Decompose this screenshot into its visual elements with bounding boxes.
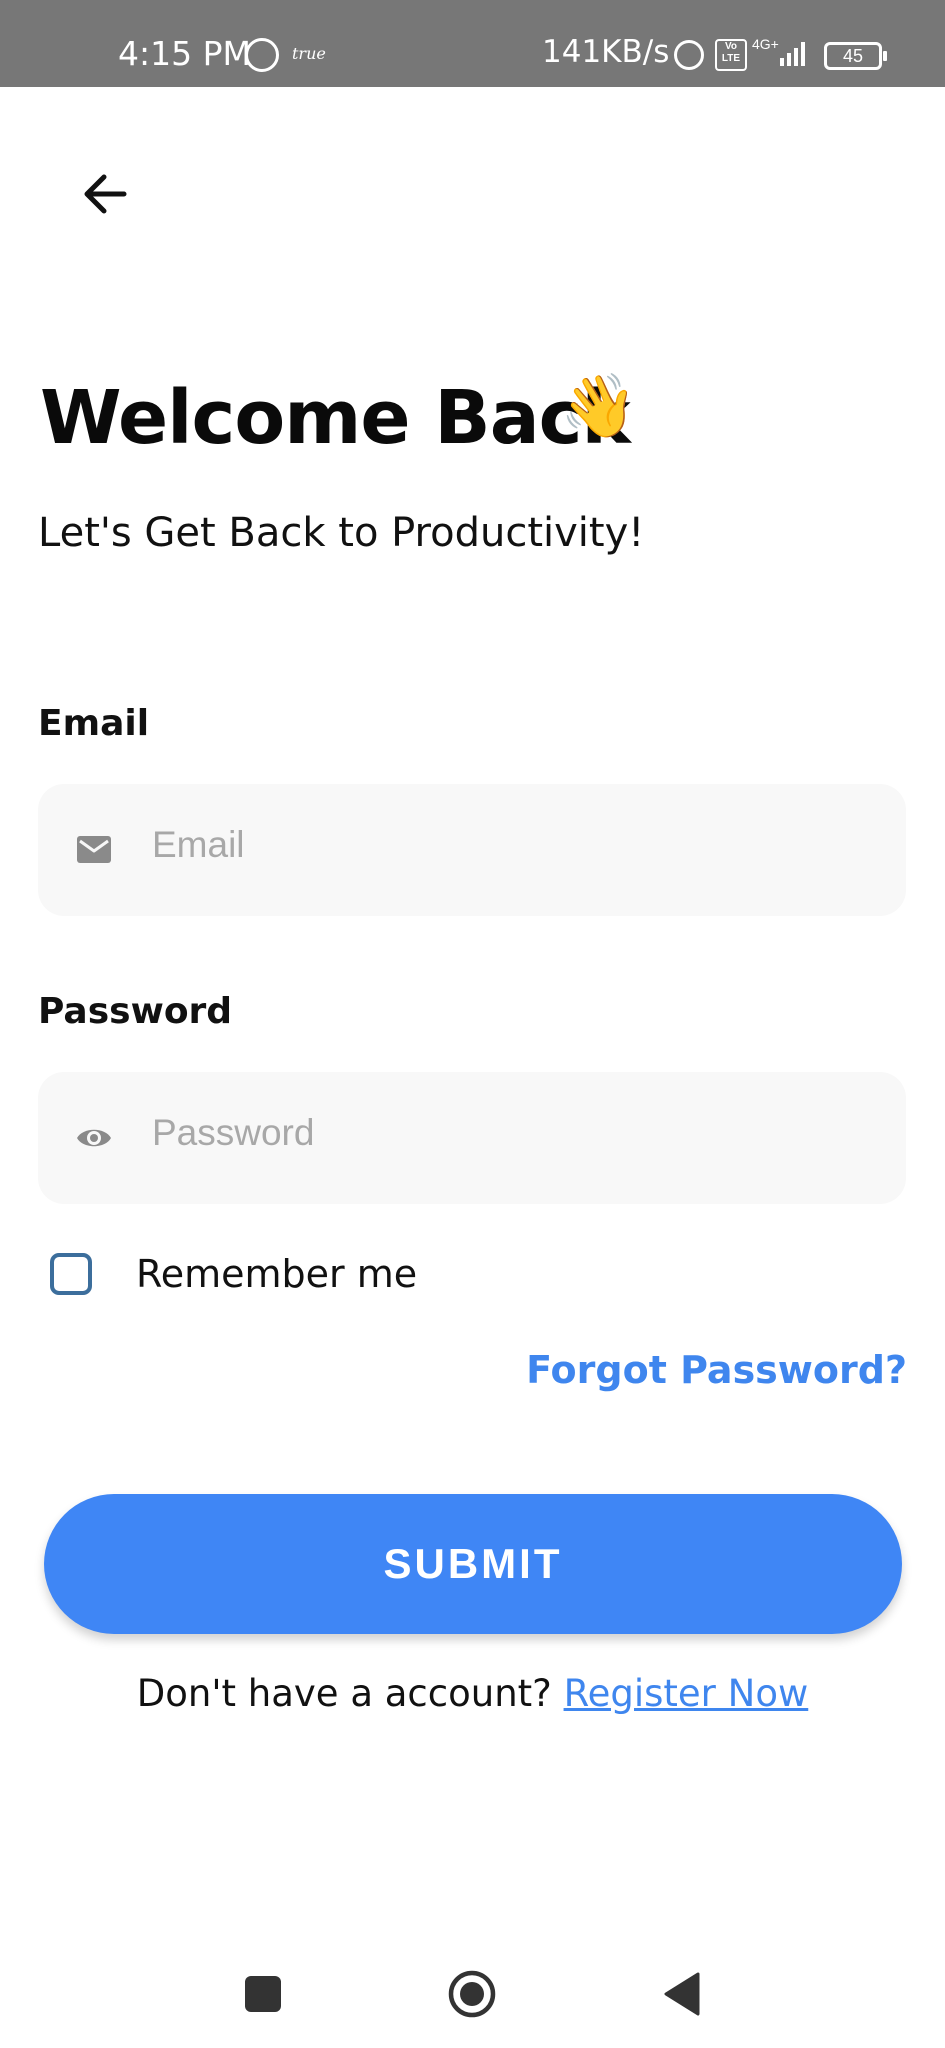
forgot-password-link[interactable]: Forgot Password? <box>526 1348 907 1392</box>
arrow-left-icon <box>84 174 127 214</box>
page-title: Welcome Back <box>40 375 631 461</box>
register-row: Don't have a account? Register Now <box>0 1672 945 1715</box>
password-label: Password <box>38 991 233 1032</box>
password-field[interactable]: Password <box>38 1072 906 1204</box>
signal-icon <box>780 38 810 66</box>
whatsapp-icon <box>245 38 279 72</box>
battery-icon: 45 <box>824 42 887 70</box>
recents-button[interactable] <box>245 1976 281 2012</box>
carrier-note: true <box>292 44 326 63</box>
back-button[interactable] <box>72 160 140 228</box>
register-now-link[interactable]: Register Now <box>564 1672 809 1715</box>
email-field[interactable]: Email <box>38 784 906 916</box>
network-type: 4G+ <box>752 36 779 52</box>
system-nav-bar <box>0 1950 945 2030</box>
home-button[interactable] <box>448 1970 496 2018</box>
page-subtitle: Let's Get Back to Productivity! <box>38 510 645 556</box>
remember-me-checkbox[interactable] <box>50 1253 92 1295</box>
alarm-icon <box>674 40 704 70</box>
network-speed: 141KB/s <box>542 34 670 70</box>
email-placeholder: Email <box>152 824 245 865</box>
envelope-icon <box>77 836 111 863</box>
email-label: Email <box>38 703 150 744</box>
status-time: 4:15 PM <box>118 34 251 73</box>
status-bar: 4:15 PM true 141KB/s Vo LTE 4G+ 45 <box>0 0 945 87</box>
password-placeholder: Password <box>152 1112 315 1153</box>
volte-icon: Vo LTE <box>715 39 747 71</box>
submit-button[interactable]: SUBMIT <box>44 1494 902 1634</box>
remember-me-label[interactable]: Remember me <box>136 1252 417 1296</box>
nav-back-button[interactable] <box>662 1970 702 2018</box>
waving-hand-icon: 👋 <box>560 372 638 441</box>
eye-icon[interactable] <box>76 1122 112 1154</box>
register-prompt: Don't have a account? <box>136 1672 552 1715</box>
